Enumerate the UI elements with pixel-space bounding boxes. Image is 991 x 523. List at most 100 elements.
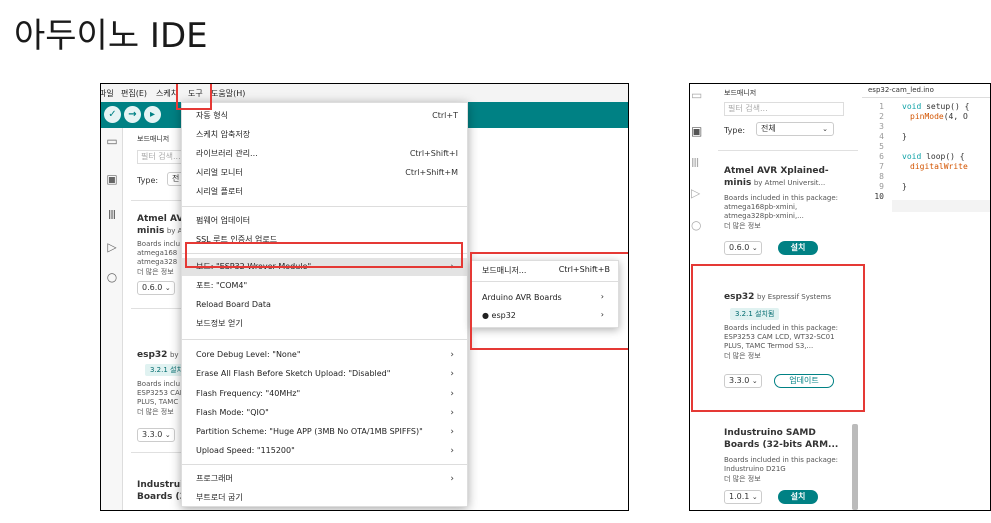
code-line-6: void loop() { xyxy=(902,152,965,161)
card1-more-link[interactable]: 더 많은 정보 xyxy=(137,267,174,277)
card2-desc3: PLUS, TAMC xyxy=(137,398,179,406)
library-icon[interactable]: Ⅲ xyxy=(104,208,120,222)
folder-icon[interactable]: ▭ xyxy=(691,88,702,102)
line-number: 4 xyxy=(879,132,884,141)
line-number: 7 xyxy=(879,162,884,171)
card1-title2: minis xyxy=(724,178,752,188)
code-line-9: } xyxy=(902,182,907,191)
menu-item-partition-scheme[interactable]: Partition Scheme: "Huge APP (3MB No OTA/… xyxy=(196,425,458,439)
type-label: Type: xyxy=(724,126,746,135)
card2-version-select[interactable]: 3.3.0 ⌄ xyxy=(137,428,175,442)
menu-item-archive-sketch[interactable]: 스케치 압축저장 xyxy=(196,128,458,142)
card1-desc1: Boards inclu xyxy=(137,240,181,248)
filter-input[interactable]: 필터 검색... xyxy=(724,102,844,116)
card1-more-link[interactable]: 더 많은 정보 xyxy=(724,221,761,231)
code-line-2: pinMode(4, O xyxy=(910,112,968,121)
menu-sketch[interactable]: 스케치 xyxy=(156,88,178,99)
panel-scrollbar[interactable] xyxy=(852,424,858,510)
card3-more-link[interactable]: 더 많은 정보 xyxy=(724,474,761,484)
card2-desc2: ESP3253 CAM xyxy=(137,389,186,397)
menu-item-upload-speed[interactable]: Upload Speed: "115200" › xyxy=(196,444,458,458)
highlight-tools-menu xyxy=(176,84,212,110)
upload-icon[interactable]: → xyxy=(124,106,141,123)
verify-icon[interactable]: ✓ xyxy=(104,106,121,123)
current-line xyxy=(892,200,990,212)
card1-version-select[interactable]: 0.6.0 ⌄ xyxy=(137,281,175,295)
menu-item-serial-plotter[interactable]: 시리얼 플로터 xyxy=(196,185,458,199)
menu-separator xyxy=(182,206,467,207)
menu-item-flash-mode[interactable]: Flash Mode: "QIO" › xyxy=(196,406,458,420)
type-select[interactable]: 전체 ⌄ xyxy=(756,122,834,136)
panel-header: 보드매니저 xyxy=(724,89,757,97)
line-number: 10 xyxy=(874,192,884,201)
card3-desc1: Boards included in this package: xyxy=(724,456,838,464)
menu-edit[interactable]: 편집(E) xyxy=(121,88,147,99)
card3-desc2: Industruino D21G xyxy=(724,465,786,473)
code-line-1: void setup() { xyxy=(902,102,970,111)
chevron-right-icon: › xyxy=(450,446,454,456)
line-number: 3 xyxy=(879,122,884,131)
menu-item-erase-flash[interactable]: Erase All Flash Before Sketch Upload: "D… xyxy=(196,367,458,381)
highlight-board-submenu xyxy=(470,252,628,350)
menu-item-firmware-updater[interactable]: 펌웨어 업데이터 xyxy=(196,214,458,228)
menu-item-flash-frequency[interactable]: Flash Frequency: "40MHz" › xyxy=(196,387,458,401)
card1-title2: minis xyxy=(137,226,165,236)
menu-file[interactable]: 파일 xyxy=(101,88,114,99)
chevron-right-icon: › xyxy=(450,427,454,437)
divider xyxy=(718,150,858,151)
menu-item-board-info[interactable]: 보드정보 얻기 xyxy=(196,317,458,331)
search-icon[interactable]: ○ xyxy=(691,218,701,232)
card3-title: Industruino SAMD xyxy=(724,428,816,438)
card1-desc3: atmega328pb-xmini,... xyxy=(724,212,804,220)
card3-install-button[interactable]: 설치 xyxy=(778,490,818,504)
folder-icon[interactable]: ▭ xyxy=(104,134,120,148)
board-manager-icon[interactable]: ▣ xyxy=(104,172,120,186)
debug-icon[interactable]: ▸ xyxy=(144,106,161,123)
line-number: 9 xyxy=(879,182,884,191)
line-number: 2 xyxy=(879,112,884,121)
card3-title2: Boards (32-bits ARM... xyxy=(724,440,839,450)
tools-menu: 자동 형식 Ctrl+T 스케치 압축저장 라이브러리 관리... Ctrl+Shi… xyxy=(181,102,468,507)
menu-separator xyxy=(182,464,467,465)
code-editor[interactable]: esp32-cam_led.ino 1 2 3 4 5 6 7 8 9 10 v… xyxy=(862,84,990,510)
menu-item-serial-monitor[interactable]: 시리얼 모니터 Ctrl+Shift+M xyxy=(196,166,458,180)
search-icon[interactable]: ○ xyxy=(104,270,120,284)
menu-item-programmer[interactable]: 프로그래머 › xyxy=(196,472,458,486)
menu-item-manage-libraries[interactable]: 라이브러리 관리... Ctrl+Shift+I xyxy=(196,147,458,161)
card1-version-select[interactable]: 0.6.0 ⌄ xyxy=(724,241,762,255)
board-manager-icon[interactable]: ▣ xyxy=(691,124,702,138)
chevron-right-icon: › xyxy=(450,474,454,484)
code-line-7: digitalWrite xyxy=(910,162,968,171)
debug-sidebar-icon[interactable]: ▷ xyxy=(691,186,700,200)
code-line-4: } xyxy=(902,132,907,141)
menu-item-core-debug-level[interactable]: Core Debug Level: "None" › xyxy=(196,348,458,362)
card2-desc1: Boards inclu xyxy=(137,380,181,388)
type-label: Type: xyxy=(137,176,159,185)
file-tab[interactable]: esp32-cam_led.ino xyxy=(862,84,990,98)
page-title: 아두이노 IDE xyxy=(14,16,208,56)
chevron-right-icon: › xyxy=(450,389,454,399)
menu-item-port[interactable]: 포트: "COM4" xyxy=(196,279,458,293)
card2-more-link[interactable]: 더 많은 정보 xyxy=(137,407,174,417)
menu-item-auto-format[interactable]: 자동 형식 Ctrl+T xyxy=(196,109,458,123)
line-number: 5 xyxy=(879,142,884,151)
card1-desc1: Boards included in this package: xyxy=(724,194,838,202)
debug-sidebar-icon[interactable]: ▷ xyxy=(104,240,120,254)
panel-header: 보드매니저 xyxy=(137,135,170,143)
menu-item-reload-board-data[interactable]: Reload Board Data xyxy=(196,298,458,312)
line-number: 6 xyxy=(879,152,884,161)
card1-desc2: atmega168pb-xmini, xyxy=(724,203,798,211)
card2-title: esp32 xyxy=(137,350,168,360)
chevron-right-icon: › xyxy=(450,408,454,418)
menu-item-burn-bootloader[interactable]: 부트로더 굽기 xyxy=(196,491,458,505)
menu-help[interactable]: 도움말(H) xyxy=(211,88,245,99)
left-screenshot: 파일 편집(E) 스케치 도구 도움말(H) ✓ → ▸ ▭ ▣ Ⅲ ▷ ○ 보… xyxy=(100,83,629,511)
chevron-right-icon: › xyxy=(450,350,454,360)
highlight-board-item xyxy=(185,242,463,268)
card1-install-button[interactable]: 설치 xyxy=(778,241,818,255)
line-number: 8 xyxy=(879,172,884,181)
library-icon[interactable]: Ⅲ xyxy=(691,156,699,170)
chevron-right-icon: › xyxy=(450,369,454,379)
card1-desc2: atmega168 xyxy=(137,249,178,257)
card3-version-select[interactable]: 1.0.1 ⌄ xyxy=(724,490,762,504)
